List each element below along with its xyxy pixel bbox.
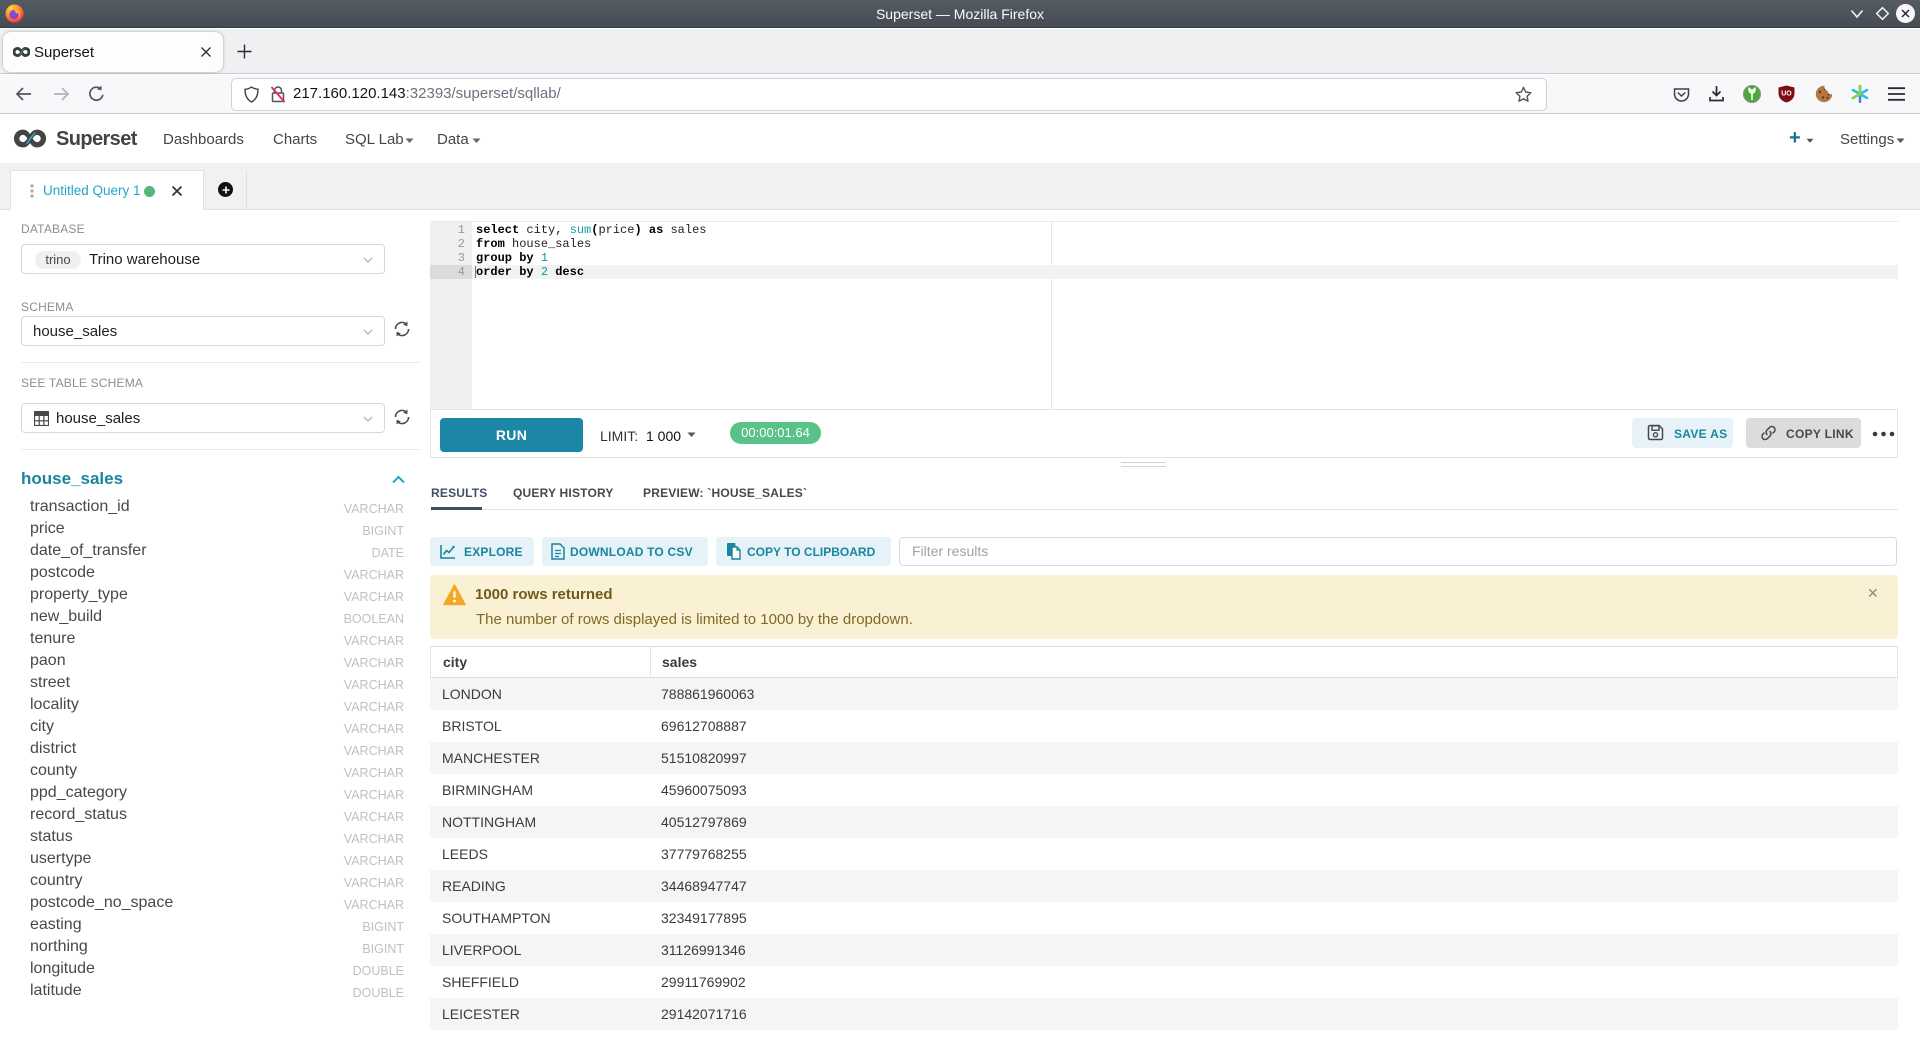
svg-text:UO: UO [1781,91,1792,98]
